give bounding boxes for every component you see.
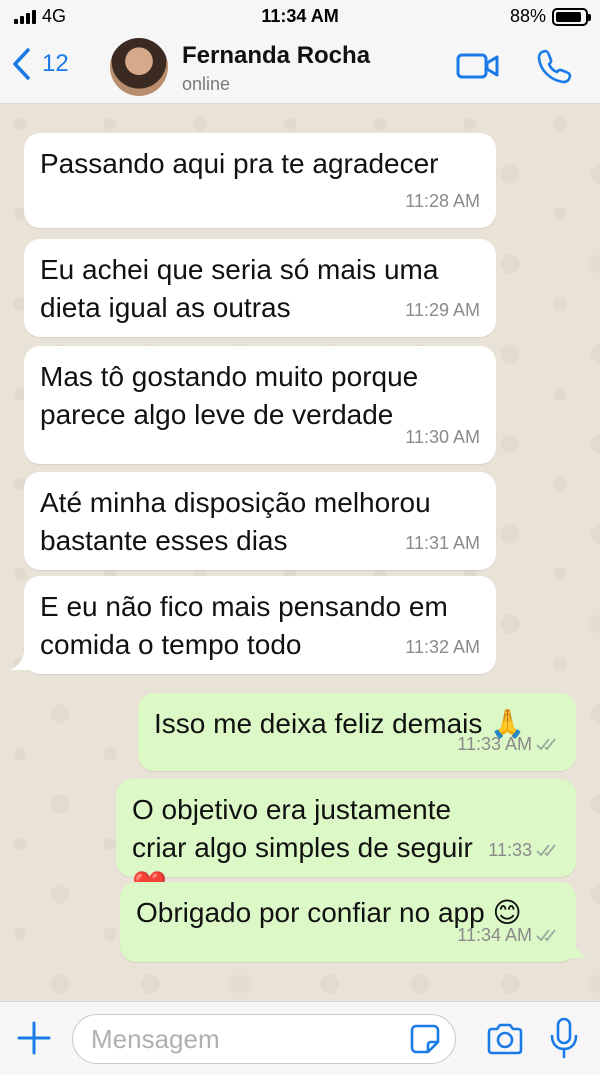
message-bubble-incoming[interactable]: Eu achei que seria só mais uma dieta igu… <box>24 239 496 337</box>
message-bubble-outgoing[interactable]: Obrigado por confiar no app 😊 11:34 AM <box>120 882 576 962</box>
message-time: 11:33 <box>488 840 532 860</box>
chat-header: 12 Fernanda Rocha online <box>0 34 600 104</box>
message-time: 11:34 AM <box>457 925 532 945</box>
avatar[interactable] <box>110 38 168 96</box>
contact-status: online <box>182 74 231 94</box>
phone-call-icon[interactable] <box>536 48 572 84</box>
message-meta: 11:31 AM <box>405 524 480 562</box>
bubble-tail-outgoing <box>568 938 588 958</box>
message-time: 11:30 AM <box>405 427 480 447</box>
message-meta: 11:33 <box>488 831 560 869</box>
message-bubble-incoming[interactable]: Passando aqui pra te agradecer 11:28 AM <box>24 133 496 228</box>
message-bubble-incoming[interactable]: Até minha disposição melhorou bastante e… <box>24 472 496 570</box>
message-time: 11:32 AM <box>405 637 480 657</box>
composer-bar <box>0 1001 600 1075</box>
message-bubble-outgoing[interactable]: Isso me deixa feliz demais 🙏 11:33 AM <box>138 693 576 771</box>
message-time: 11:33 AM <box>457 734 532 754</box>
message-meta: 11:29 AM <box>405 291 480 329</box>
message-meta: 11:33 AM <box>457 725 560 763</box>
sticker-icon[interactable] <box>410 1024 440 1054</box>
status-bar: 4G 11:34 AM 88% <box>0 0 600 34</box>
message-meta: 11:34 AM <box>457 916 560 954</box>
message-time: 11:28 AM <box>405 191 480 211</box>
status-right: 88% <box>509 6 591 27</box>
read-receipt-icon <box>536 929 556 942</box>
message-meta: 11:28 AM <box>405 182 480 220</box>
battery-percent: 88% <box>509 6 546 26</box>
video-call-icon[interactable] <box>456 50 500 82</box>
unread-count: 12 <box>42 50 69 77</box>
battery-fill <box>556 11 581 22</box>
message-time: 11:31 AM <box>405 533 480 553</box>
microphone-icon[interactable] <box>548 1016 580 1060</box>
plus-icon[interactable] <box>16 1020 52 1056</box>
message-meta: 11:30 AM <box>405 418 480 456</box>
chevron-left-icon <box>13 48 30 80</box>
chat-area[interactable]: Passando aqui pra te agradecer 11:28 AM … <box>0 104 600 1001</box>
message-meta: 11:32 AM <box>405 628 480 666</box>
contact-name[interactable]: Fernanda Rocha <box>182 42 370 70</box>
message-bubble-outgoing[interactable]: O objetivo era justamente criar algo sim… <box>116 779 576 901</box>
battery-icon <box>552 7 591 26</box>
message-text: Passando aqui pra te agradecer <box>40 148 439 179</box>
read-receipt-icon <box>536 738 556 751</box>
message-bubble-incoming[interactable]: Mas tô gostando muito porque parece algo… <box>24 346 496 464</box>
bubble-tail-incoming <box>10 650 30 670</box>
camera-icon[interactable] <box>486 1022 524 1056</box>
message-input[interactable] <box>72 1014 456 1064</box>
read-receipt-icon <box>536 844 556 857</box>
back-button[interactable]: 12 <box>10 46 69 82</box>
message-bubble-incoming[interactable]: E eu não fico mais pensando em comida o … <box>24 576 496 674</box>
message-time: 11:29 AM <box>405 300 480 320</box>
